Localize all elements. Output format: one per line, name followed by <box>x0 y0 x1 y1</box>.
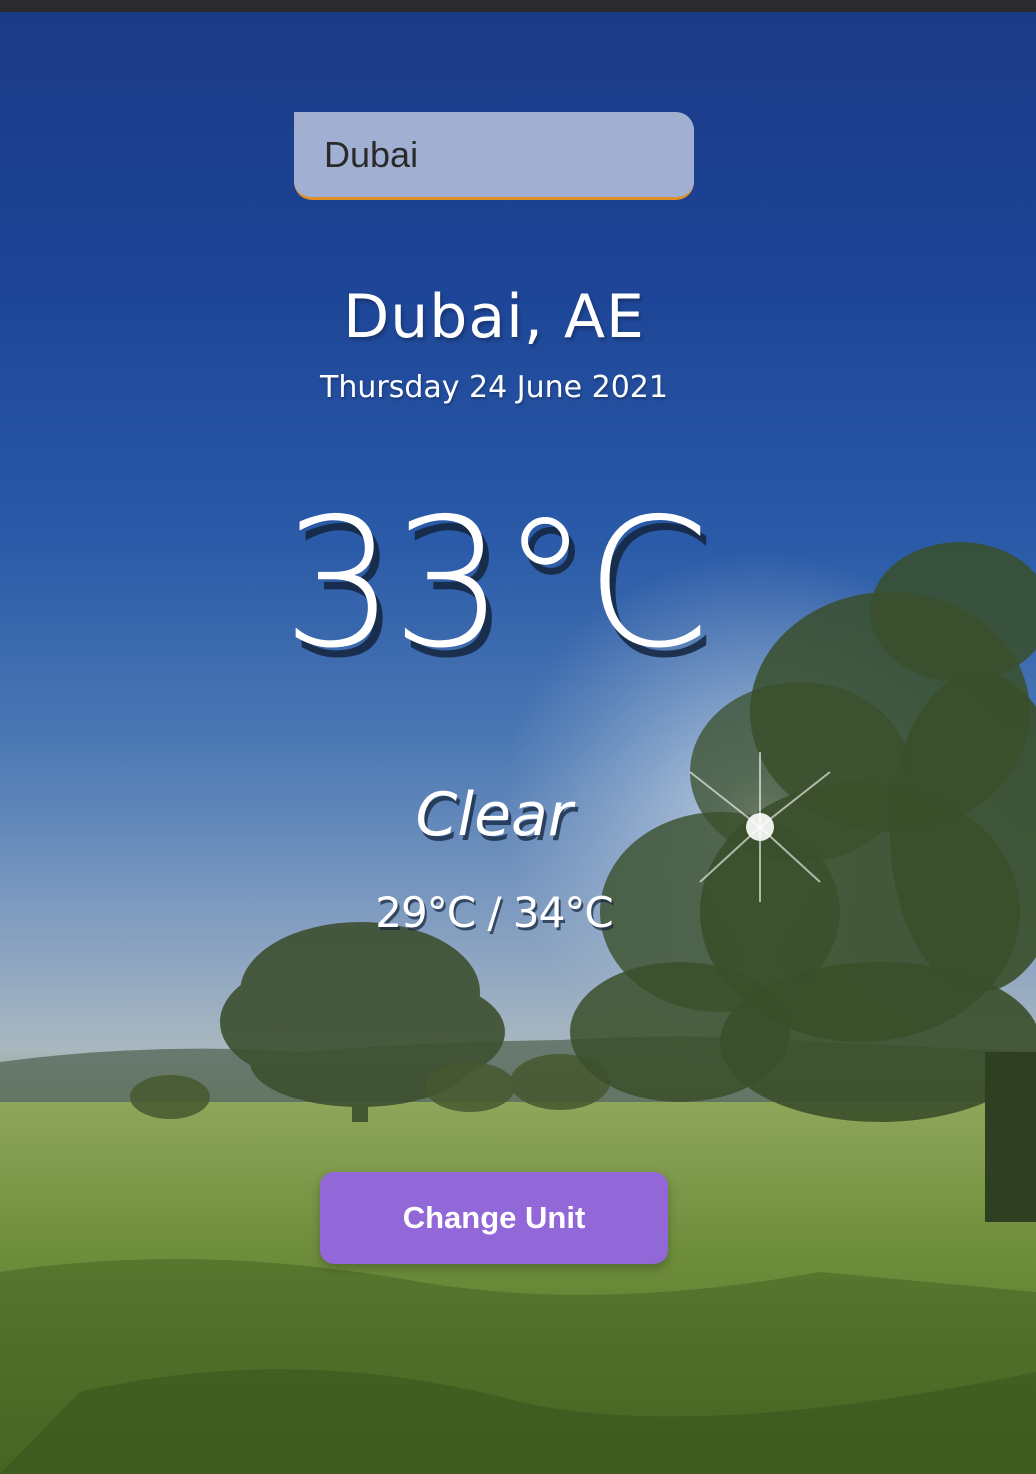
current-date: Thursday 24 June 2021 <box>320 370 668 405</box>
search-box[interactable] <box>294 112 694 200</box>
location-name: Dubai, AE <box>343 282 645 352</box>
change-unit-button[interactable]: Change Unit <box>320 1172 668 1264</box>
current-temperature: 33°C <box>282 480 710 687</box>
temperature-range: 29°C / 34°C <box>375 888 613 937</box>
window-top-bar <box>0 0 1036 12</box>
weather-condition: Clear <box>415 780 573 850</box>
search-input[interactable] <box>324 133 664 176</box>
